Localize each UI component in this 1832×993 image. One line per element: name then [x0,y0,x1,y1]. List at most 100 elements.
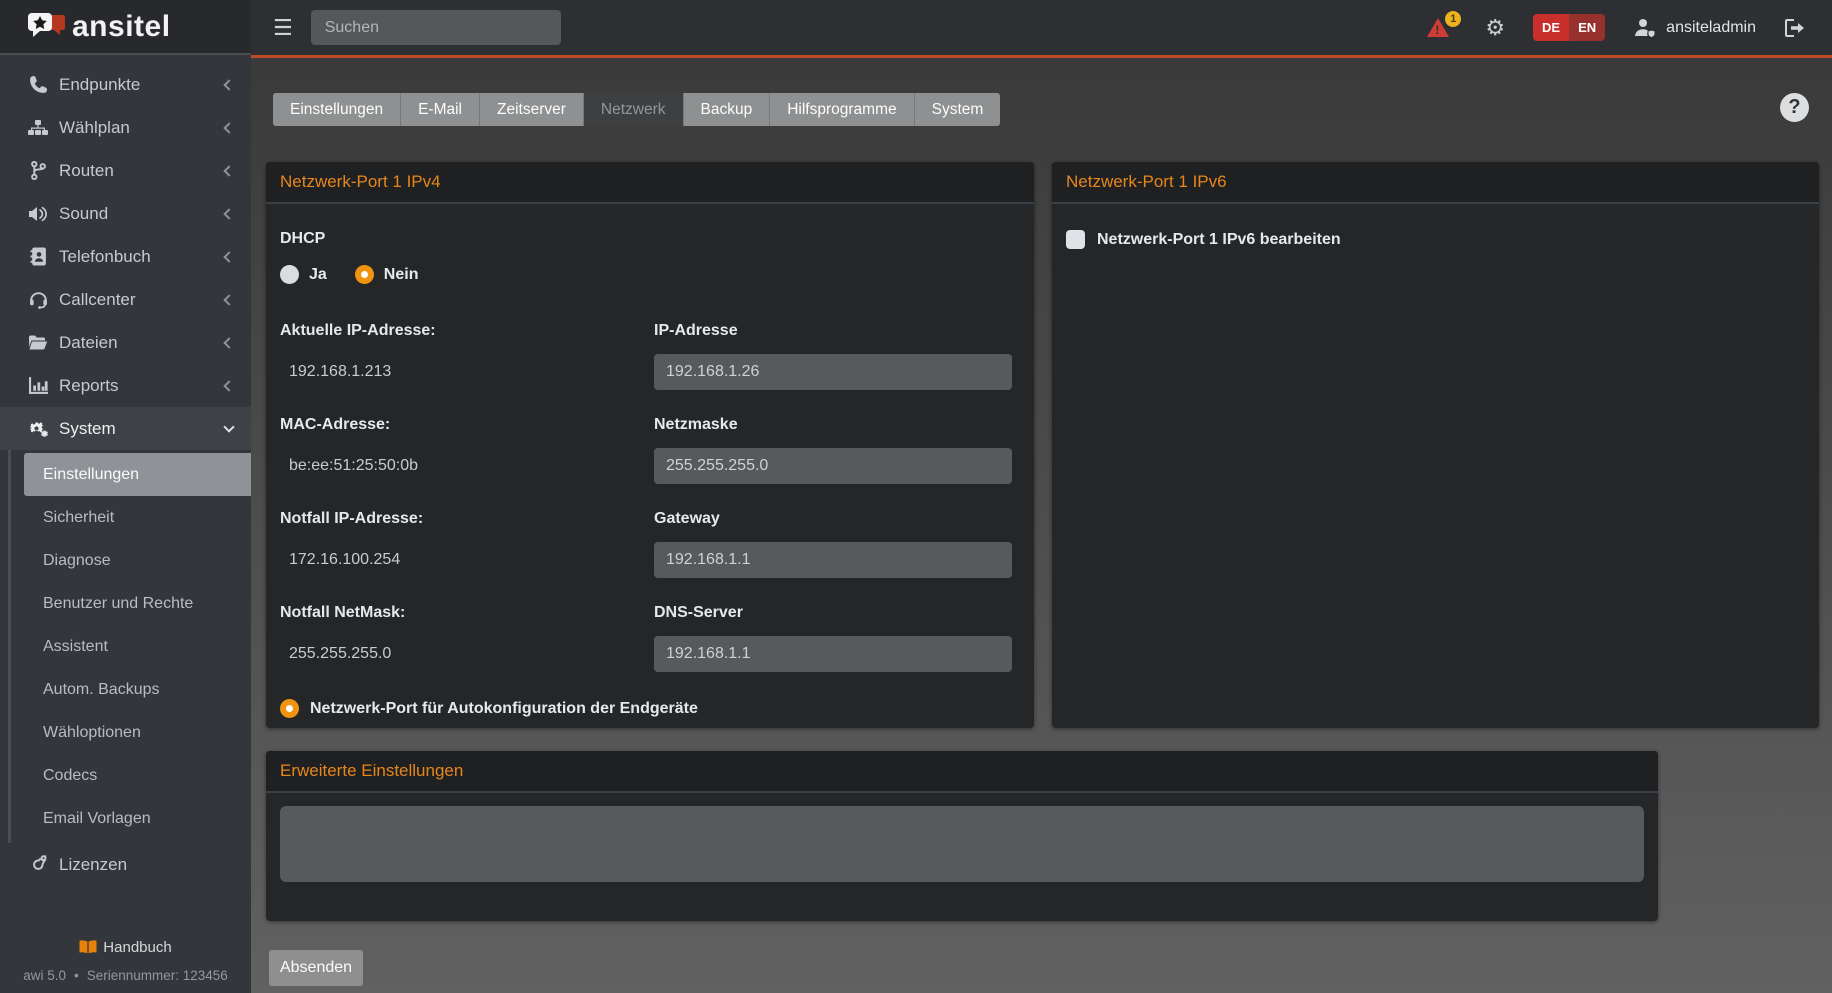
sidebar-item-label: Reports [59,376,225,396]
chevron-down-icon [223,421,234,432]
ipv6-panel: Netzwerk-Port 1 IPv6 Netzwerk-Port 1 IPv… [1052,162,1819,728]
panels-row: Netzwerk-Port 1 IPv4 DHCP Ja Nein Aktuel… [266,162,1819,728]
ipv6-panel-title: Netzwerk-Port 1 IPv6 [1066,172,1227,192]
phone-icon [27,75,49,94]
logout-icon[interactable] [1784,18,1806,38]
emergency-ip-label: Notfall IP-Adresse: [280,510,654,528]
sidebar-item-label: Callcenter [59,290,225,310]
current-ip-group: Aktuelle IP-Adresse: 192.168.1.213 [280,322,654,390]
sitemap-icon [27,119,49,137]
user-shield-icon [1633,18,1657,38]
ip-input[interactable] [654,354,1012,390]
handbuch-link[interactable]: Handbuch [79,939,171,956]
alert-count-badge: 1 [1445,11,1461,27]
ipv6-edit-checkbox[interactable] [1066,230,1085,249]
ipv6-edit-label[interactable]: Netzwerk-Port 1 IPv6 bearbeiten [1097,231,1341,249]
netmask-group: Netzmaske [654,416,1014,484]
username: ansiteladmin [1666,19,1756,37]
folder-open-icon [27,334,49,351]
dhcp-nein-label[interactable]: Nein [384,266,419,284]
ipv4-panel-title: Netzwerk-Port 1 IPv4 [280,172,441,192]
sidebar-item-label: Sound [59,204,225,224]
dns-input[interactable] [654,636,1012,672]
submenu-item-autom-backups[interactable]: Autom. Backups [11,668,251,711]
chevron-left-icon [223,208,234,219]
warning-exclamation: ! [1435,23,1439,37]
submenu-item-assistent[interactable]: Assistent [11,625,251,668]
emergency-netmask-value: 255.255.255.0 [280,636,654,672]
gateway-group: Gateway [654,510,1014,578]
netmask-input[interactable] [654,448,1012,484]
brand-logo[interactable]: ansitel [0,0,251,55]
lang-en-button[interactable]: EN [1569,14,1605,41]
sidebar-item-dateien[interactable]: Dateien [0,321,251,364]
submenu-item-email-vorlagen[interactable]: Email Vorlagen [11,797,251,840]
sidebar-footer: Handbuch awi 5.0 • Seriennummer: 123456 [0,939,251,983]
advanced-panel-body [266,793,1658,900]
tab-email[interactable]: E-Mail [401,93,480,126]
sidebar-item-sound[interactable]: Sound [0,192,251,235]
ipv4-form-grid: Aktuelle IP-Adresse: 192.168.1.213 IP-Ad… [280,322,1020,672]
help-icon[interactable]: ? [1780,93,1809,122]
dhcp-ja-radio[interactable] [280,265,299,284]
submenu-item-einstellungen[interactable]: Einstellungen [24,453,251,496]
dhcp-nein-radio[interactable] [355,265,374,284]
hamburger-menu-icon[interactable]: ☰ [273,15,293,41]
netmask-label: Netzmaske [654,416,1014,434]
dhcp-ja-label[interactable]: Ja [309,266,327,284]
emergency-netmask-group: Notfall NetMask: 255.255.255.0 [280,604,654,672]
sidebar-item-label: Dateien [59,333,225,353]
tab-hilfsprogramme[interactable]: Hilfsprogramme [770,93,914,126]
submenu-item-codecs[interactable]: Codecs [11,754,251,797]
emergency-ip-value: 172.16.100.254 [280,542,654,578]
system-submenu: Einstellungen Sicherheit Diagnose Benutz… [8,450,251,843]
sidebar-item-label: System [59,419,225,439]
settings-gear-icon[interactable]: ⚙ [1485,15,1505,41]
submit-button[interactable]: Absenden [269,950,363,986]
submenu-item-waehloptionen[interactable]: Wähloptionen [11,711,251,754]
autoconfig-radio[interactable] [280,699,299,718]
autoconfig-label[interactable]: Netzwerk-Port für Autokonfiguration der … [310,700,698,718]
volume-icon [27,205,49,223]
sidebar-item-lizenzen[interactable]: Lizenzen [0,843,251,886]
separator-dot: • [74,968,79,983]
topbar: ☰ ! 1 ⚙ DE EN ansiteladmin [251,0,1832,55]
sidebar-item-reports[interactable]: Reports [0,364,251,407]
user-menu[interactable]: ansiteladmin [1633,18,1756,38]
advanced-panel: Erweiterte Einstellungen [266,751,1658,921]
submenu-item-sicherheit[interactable]: Sicherheit [11,496,251,539]
dns-group: DNS-Server [654,604,1014,672]
lang-de-button[interactable]: DE [1533,14,1569,41]
brand-name: ansitel [72,10,171,44]
submenu-item-diagnose[interactable]: Diagnose [11,539,251,582]
tab-zeitserver[interactable]: Zeitserver [480,93,584,126]
tab-einstellungen[interactable]: Einstellungen [273,93,401,126]
gateway-input[interactable] [654,542,1012,578]
chevron-left-icon [223,165,234,176]
search-input[interactable] [311,10,561,45]
serial-number: Seriennummer: 123456 [87,968,228,983]
settings-tabs: Einstellungen E-Mail Zeitserver Netzwerk… [273,93,1000,126]
sidebar-item-label: Wählplan [59,118,225,138]
tab-backup[interactable]: Backup [684,93,771,126]
main-content: Einstellungen E-Mail Zeitserver Netzwerk… [251,58,1832,993]
sidebar-item-waehlplan[interactable]: Wählplan [0,106,251,149]
sidebar-item-system[interactable]: System [0,407,251,450]
chat-star-logo-icon [28,11,66,43]
tab-system[interactable]: System [915,93,1001,126]
alerts-button[interactable]: ! 1 [1427,15,1457,41]
dhcp-label: DHCP [280,230,1020,248]
submenu-item-benutzer-und-rechte[interactable]: Benutzer und Rechte [11,582,251,625]
advanced-settings-textarea[interactable] [280,806,1644,882]
tab-netzwerk[interactable]: Netzwerk [584,93,684,126]
cogs-icon [27,420,49,438]
chevron-left-icon [223,380,234,391]
sidebar-item-routen[interactable]: Routen [0,149,251,192]
advanced-panel-header: Erweiterte Einstellungen [266,751,1658,793]
sidebar-item-endpunkte[interactable]: Endpunkte [0,63,251,106]
version-label: awi 5.0 [23,968,66,983]
chevron-left-icon [223,79,234,90]
chevron-left-icon [223,251,234,262]
sidebar-item-telefonbuch[interactable]: Telefonbuch [0,235,251,278]
sidebar-item-callcenter[interactable]: Callcenter [0,278,251,321]
